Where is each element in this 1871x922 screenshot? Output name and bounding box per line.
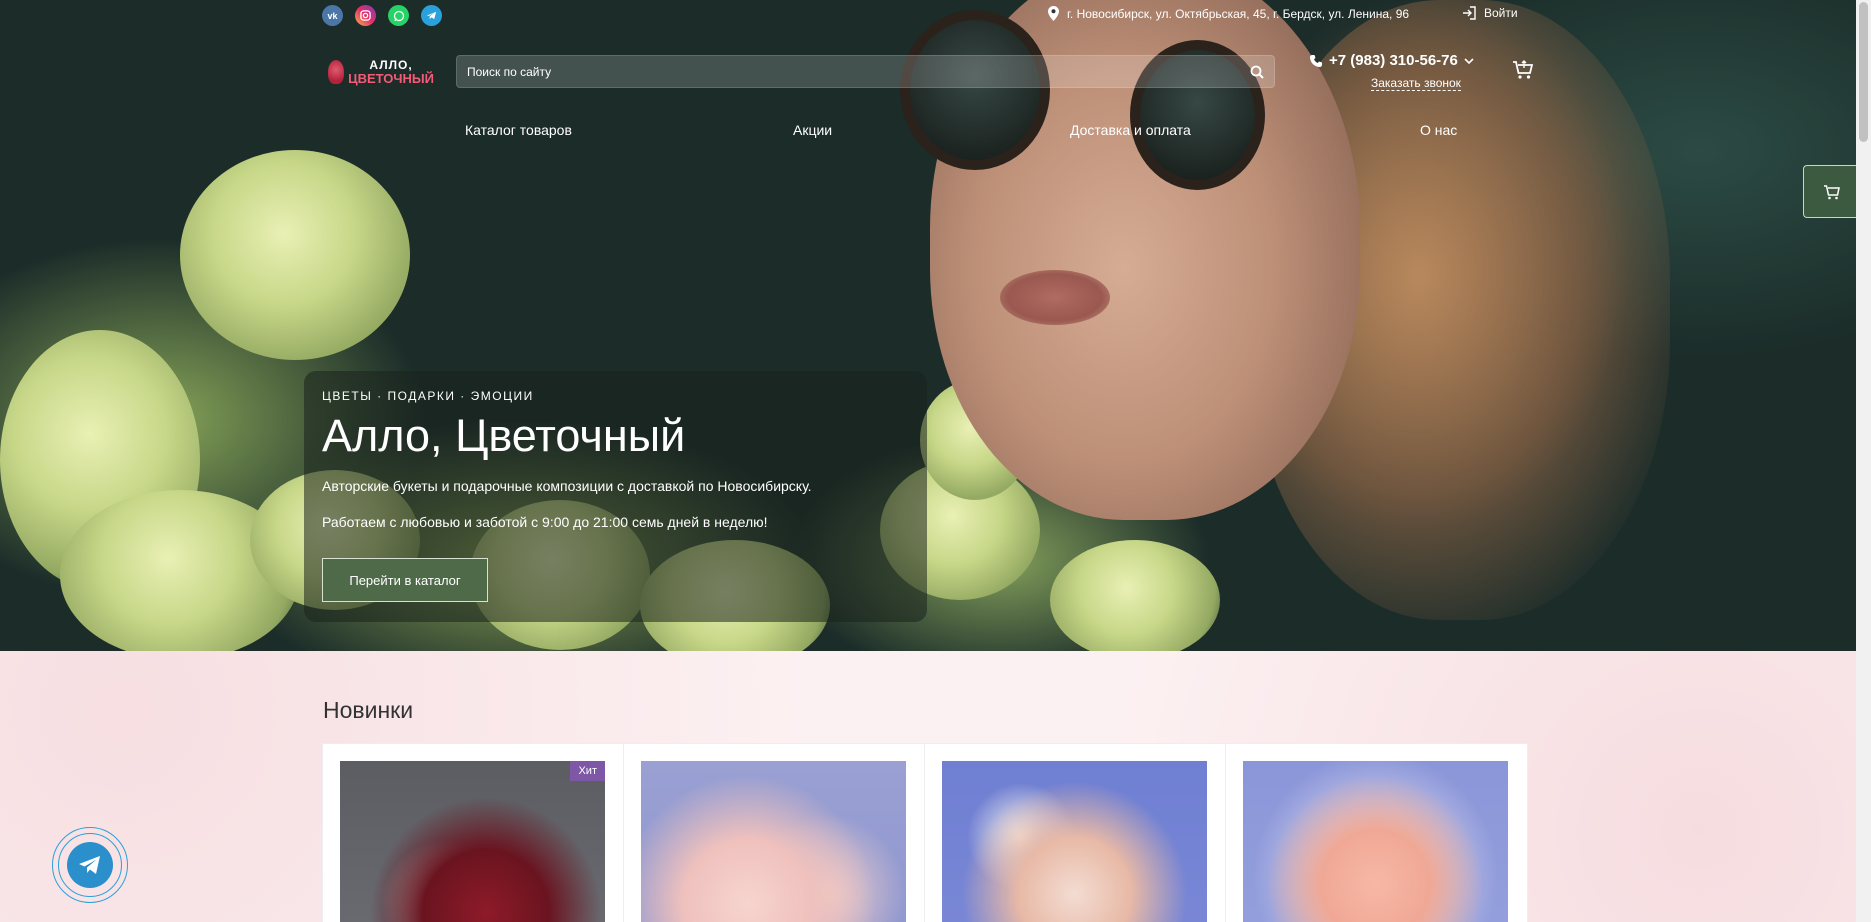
cart-icon xyxy=(1513,60,1534,79)
nav-item-delivery[interactable]: Доставка и оплата xyxy=(1070,122,1191,138)
whatsapp-icon[interactable] xyxy=(388,5,409,26)
rose-decoration xyxy=(180,150,410,360)
hero-description: Авторские букеты и подарочные композиции… xyxy=(322,478,812,494)
logo-line-1: АЛЛО, xyxy=(369,58,413,72)
product-image[interactable]: Хит xyxy=(340,761,605,922)
login-icon xyxy=(1463,6,1476,20)
hit-badge: Хит xyxy=(570,761,605,781)
hero-card: ЦВЕТЫ · ПОДАРКИ · ЭМОЦИИ Алло, Цветочный… xyxy=(304,371,927,622)
hero-tagline: ЦВЕТЫ · ПОДАРКИ · ЭМОЦИИ xyxy=(322,389,534,403)
nav-item-catalog[interactable]: Каталог товаров xyxy=(465,122,572,138)
product-list: Хит xyxy=(322,743,1528,922)
site-logo[interactable]: АЛЛО, ЦВЕТОЧНЫЙ xyxy=(328,52,434,92)
instagram-icon[interactable] xyxy=(355,5,376,26)
product-card[interactable] xyxy=(1226,744,1527,922)
chevron-down-icon[interactable] xyxy=(1464,57,1474,65)
section-title: Новинки xyxy=(323,697,414,723)
telegram-chat-button[interactable] xyxy=(52,827,128,903)
nav-item-about[interactable]: О нас xyxy=(1420,122,1457,138)
telegram-ring xyxy=(58,833,122,897)
logo-line-2: ЦВЕТОЧНЫЙ xyxy=(348,71,434,86)
vk-icon[interactable]: vk xyxy=(322,5,343,26)
cart-icon xyxy=(1823,184,1840,199)
page-scrollbar[interactable] xyxy=(1856,0,1871,922)
phone-number[interactable]: +7 (983) 310-56-76 xyxy=(1309,52,1474,69)
new-products-section: Новинки Хит xyxy=(0,651,1856,922)
phone-icon xyxy=(1310,54,1322,67)
product-card[interactable] xyxy=(925,744,1226,922)
login-label: Войти xyxy=(1484,6,1518,20)
location-pin-icon xyxy=(1048,6,1059,21)
product-card[interactable]: Хит xyxy=(323,744,624,922)
hero-banner xyxy=(0,0,1856,651)
cart-button[interactable] xyxy=(1512,60,1534,85)
login-link[interactable]: Войти xyxy=(1462,6,1518,20)
hero-hours: Работаем с любовью и заботой с 9:00 до 2… xyxy=(322,514,768,530)
request-call-link[interactable]: Заказать звонок xyxy=(1371,76,1461,91)
rose-decoration xyxy=(1050,540,1220,651)
product-image[interactable] xyxy=(641,761,906,922)
address: г. Новосибирск, ул. Октябрьская, 45, г. … xyxy=(1048,6,1409,21)
product-image[interactable] xyxy=(1243,761,1508,922)
search-input[interactable] xyxy=(467,64,1250,79)
telegram-icon xyxy=(67,842,113,888)
rose-logo-icon xyxy=(328,60,345,84)
hero-title: Алло, Цветочный xyxy=(322,410,686,461)
main-nav: Каталог товаров Акции Доставка и оплата … xyxy=(0,122,1856,144)
search-bar xyxy=(456,55,1275,88)
social-links: vk xyxy=(322,5,442,26)
phone-text: +7 (983) 310-56-76 xyxy=(1329,52,1458,69)
sunglasses-left-lens xyxy=(900,10,1050,170)
product-image[interactable] xyxy=(942,761,1207,922)
floating-cart-button[interactable] xyxy=(1803,165,1859,218)
address-text: г. Новосибирск, ул. Октябрьская, 45, г. … xyxy=(1067,6,1410,21)
go-to-catalog-button[interactable]: Перейти в каталог xyxy=(322,558,488,602)
search-icon[interactable] xyxy=(1250,65,1264,79)
lips-decoration xyxy=(1000,270,1110,325)
top-bar: vk г. Новосибирск, ул. Октябрьская, 45, … xyxy=(0,0,1856,30)
nav-item-promotions[interactable]: Акции xyxy=(793,122,832,138)
scrollbar-thumb[interactable] xyxy=(1859,2,1868,142)
product-card[interactable] xyxy=(624,744,925,922)
telegram-icon[interactable] xyxy=(421,5,442,26)
